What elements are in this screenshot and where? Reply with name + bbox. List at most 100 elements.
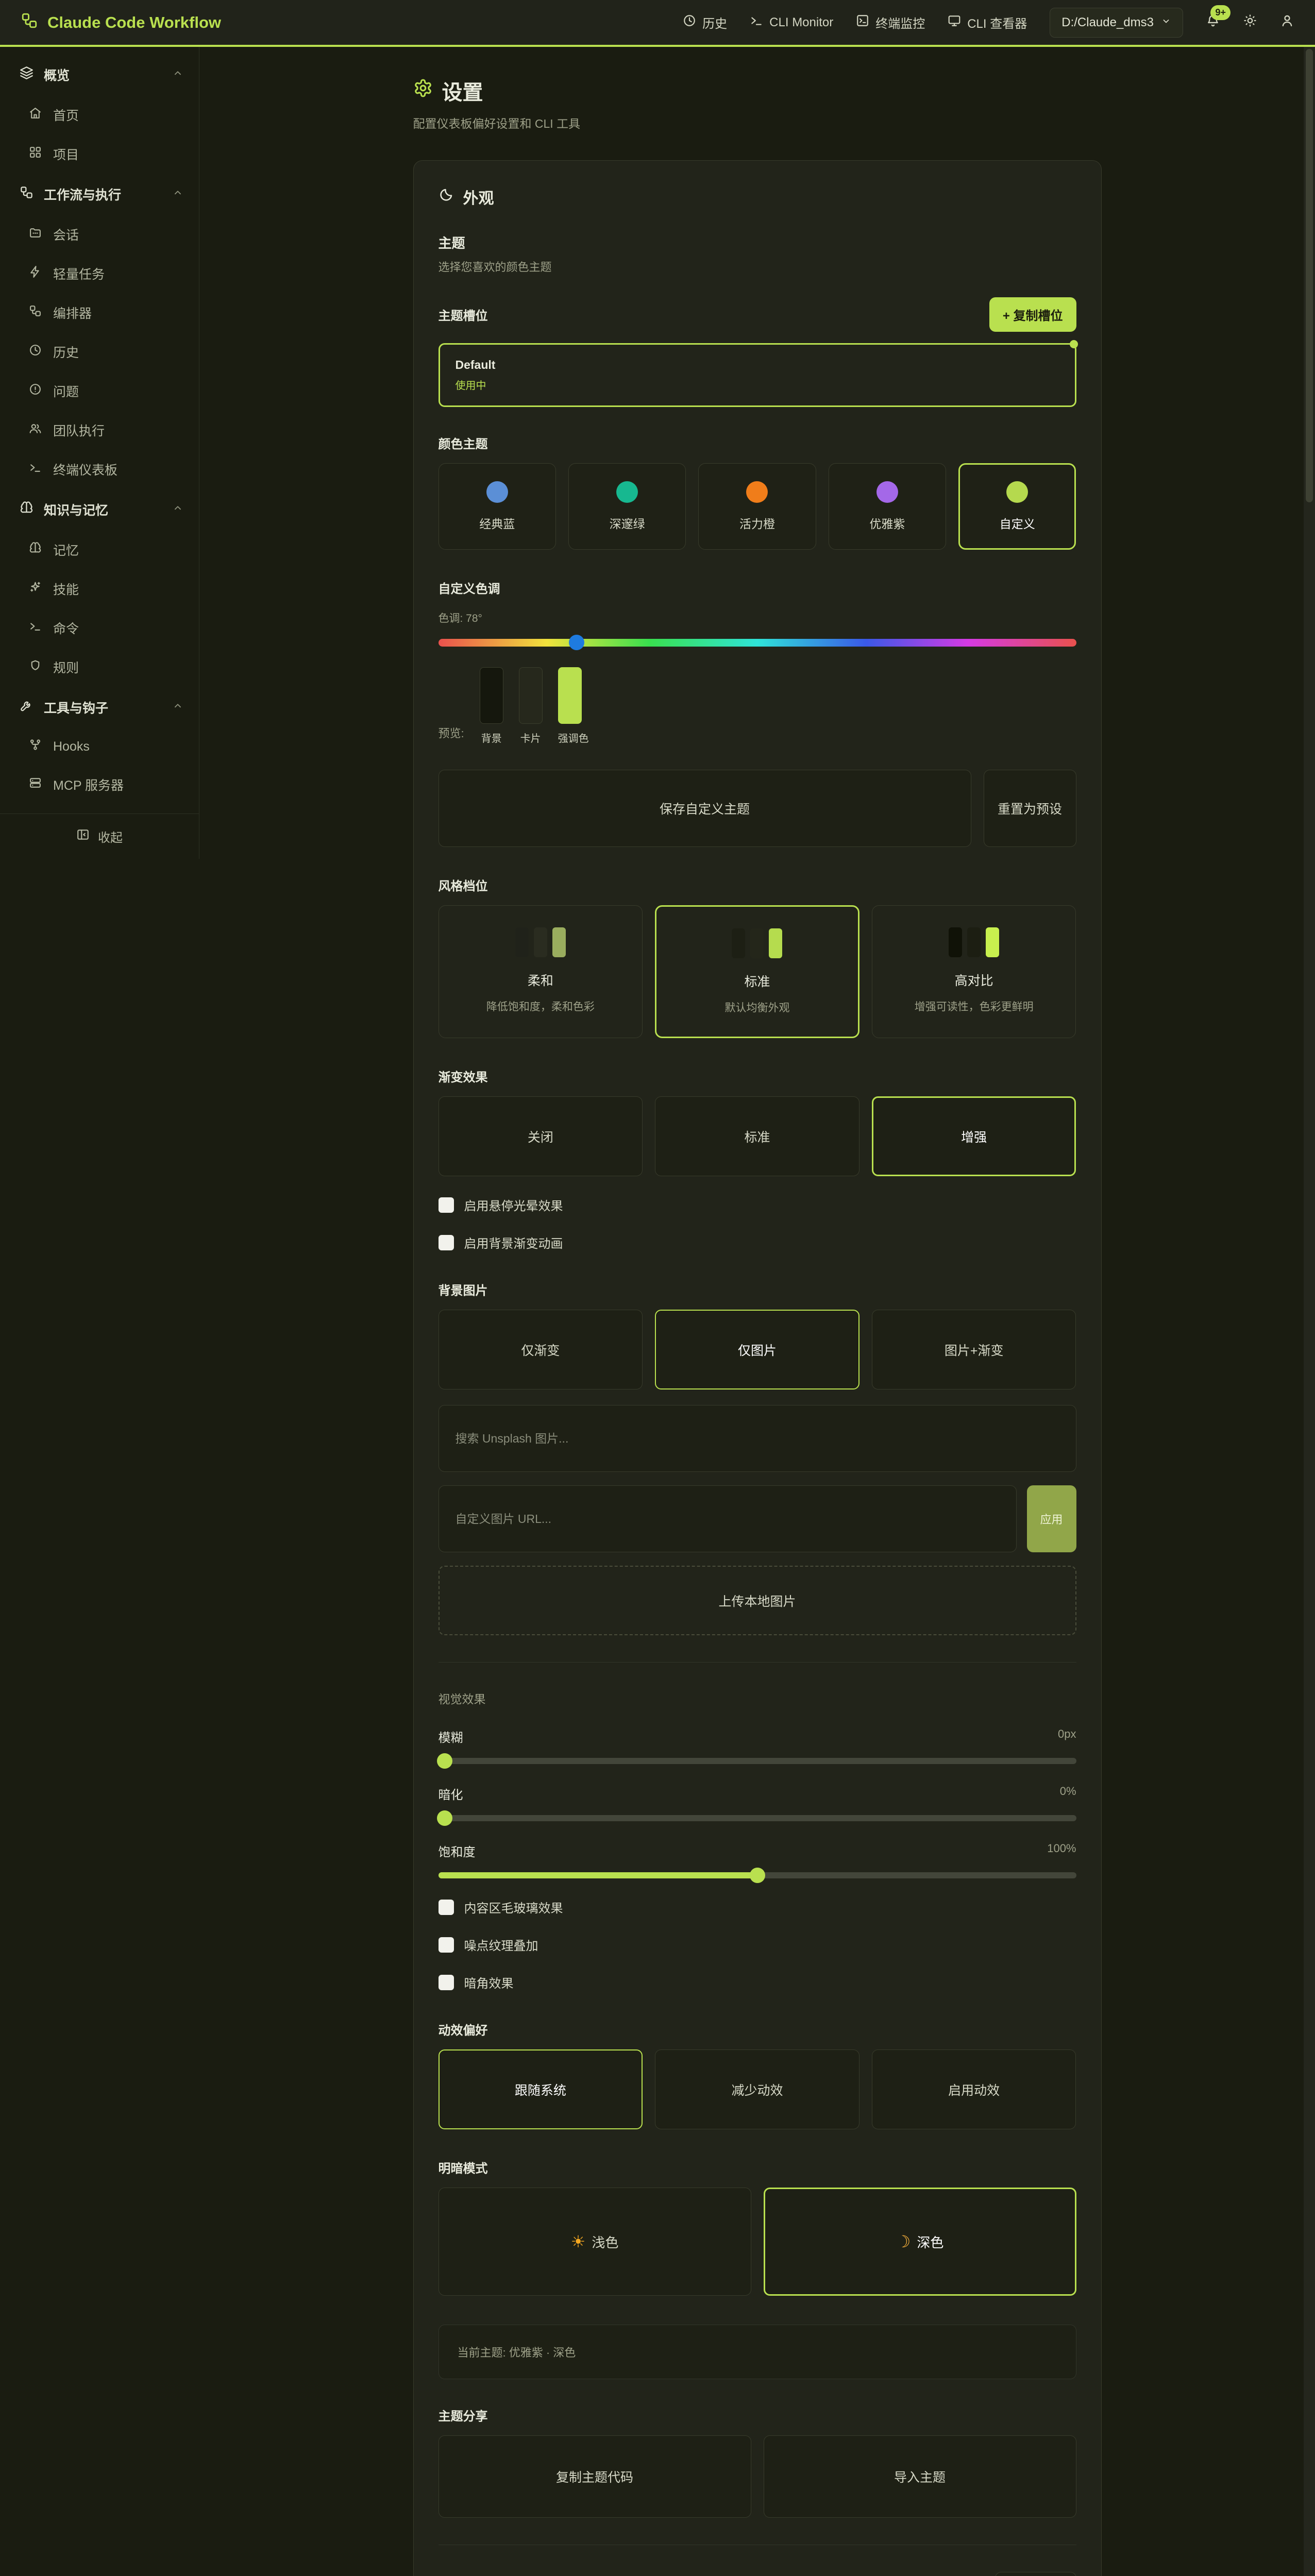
gradient-enhanced-button[interactable]: 增强: [872, 1096, 1076, 1176]
custom-image-url-input[interactable]: [439, 1485, 1017, 1552]
upload-local-image-button[interactable]: 上传本地图片: [439, 1566, 1076, 1635]
apply-url-button[interactable]: 应用: [1027, 1485, 1076, 1552]
saturation-slider[interactable]: [439, 1872, 1076, 1878]
style-tier-soft[interactable]: 柔和 降低饱和度，柔和色彩: [439, 905, 643, 1038]
blur-slider[interactable]: [439, 1758, 1076, 1764]
motion-follow-system-button[interactable]: 跟随系统: [439, 2049, 643, 2129]
user-button[interactable]: [1280, 13, 1294, 31]
sidebar-item-orchestrator[interactable]: 编排器: [0, 293, 199, 332]
gradient-standard-button[interactable]: 标准: [655, 1096, 859, 1176]
noise-row: 噪点纹理叠加: [439, 1936, 1076, 1954]
moon-emoji-icon: ☽: [896, 2232, 911, 2251]
sidebar-item-terminal-dashboard[interactable]: 终端仪表板: [0, 450, 199, 489]
sidebar-item-history[interactable]: 历史: [0, 332, 199, 371]
sidebar-item-commands[interactable]: 命令: [0, 608, 199, 648]
bg-gradient-only-button[interactable]: 仅渐变: [439, 1310, 643, 1389]
lime-swatch: [1006, 481, 1028, 503]
glass-row: 内容区毛玻璃效果: [439, 1898, 1076, 1916]
nav-terminal-monitor[interactable]: 终端监控: [856, 13, 925, 31]
sidebar-item-hooks[interactable]: Hooks: [0, 728, 199, 765]
preview-accent-swatch: 强调色: [558, 667, 589, 745]
sidebar-section-knowledge[interactable]: 知识与记忆: [0, 489, 199, 530]
copy-slot-button[interactable]: + 复制槽位: [989, 297, 1076, 332]
wrench-icon: [20, 699, 33, 716]
vignette-checkbox[interactable]: [439, 1975, 454, 1990]
app-title: Claude Code Workflow: [47, 13, 221, 32]
darken-slider-thumb[interactable]: [437, 1810, 452, 1826]
hue-slider[interactable]: [439, 639, 1076, 647]
sidebar-item-memory[interactable]: 记忆: [0, 530, 199, 569]
hover-glow-row: 启用悬停光晕效果: [439, 1196, 1076, 1214]
panel-collapse-icon: [76, 828, 90, 845]
sidebar-collapse-button[interactable]: 收起: [0, 814, 199, 859]
nav-cli-viewer[interactable]: CLI 查看器: [948, 13, 1027, 31]
theme-slot-default[interactable]: Default 使用中: [439, 343, 1076, 407]
page-scrollbar[interactable]: [1304, 47, 1315, 2576]
sidebar-section-overview[interactable]: 概览: [0, 54, 199, 95]
palette-custom[interactable]: 自定义: [958, 463, 1076, 550]
save-custom-theme-button[interactable]: 保存自定义主题: [439, 770, 971, 847]
sidebar-section-tools[interactable]: 工具与钩子: [0, 687, 199, 728]
follow-system-button[interactable]: 跟随系统: [995, 2572, 1076, 2576]
unsplash-search-input[interactable]: [439, 1405, 1076, 1472]
dark-mode-button[interactable]: ☽ 深色: [764, 2188, 1076, 2296]
motion-enable-button[interactable]: 启用动效: [872, 2049, 1076, 2129]
saturation-slider-thumb[interactable]: [750, 1868, 765, 1883]
project-selector[interactable]: D:/Claude_dms3: [1050, 8, 1183, 38]
git-fork-icon: [29, 738, 42, 755]
bg-image-gradient-button[interactable]: 图片+渐变: [872, 1310, 1076, 1389]
home-icon: [29, 107, 42, 123]
sidebar-item-mcp-servers[interactable]: MCP 服务器: [0, 765, 199, 804]
sidebar-item-issues[interactable]: 问题: [0, 371, 199, 411]
bg-image-only-button[interactable]: 仅图片: [655, 1310, 859, 1389]
tier-swatches: [949, 927, 999, 957]
bg-animation-checkbox[interactable]: [439, 1235, 454, 1250]
nav-cli-monitor[interactable]: CLI Monitor: [750, 14, 833, 31]
sidebar-item-sessions[interactable]: 会话: [0, 215, 199, 254]
theme-slots-label: 主题槽位: [439, 306, 488, 324]
notifications-button[interactable]: 9+: [1206, 13, 1220, 31]
reset-preset-button[interactable]: 重置为预设: [984, 770, 1076, 847]
slot-status: 使用中: [456, 377, 1059, 392]
sidebar-item-skills[interactable]: 技能: [0, 569, 199, 608]
hue-slider-thumb[interactable]: [569, 635, 584, 650]
nav-history[interactable]: 历史: [683, 13, 727, 31]
palette-elegant-purple[interactable]: 优雅紫: [829, 463, 946, 550]
style-tier-high-contrast[interactable]: 高对比 增强可读性，色彩更鲜明: [872, 905, 1076, 1038]
theme-toggle-button[interactable]: [1243, 13, 1257, 31]
style-tier-standard[interactable]: 标准 默认均衡外观: [655, 905, 859, 1038]
monitor-icon: [948, 14, 961, 31]
sidebar: 概览 首页 项目 工作流与执行 会话 轻量任务 编排器 历史 问题 团队执行: [0, 47, 199, 859]
palette-vibrant-orange[interactable]: 活力橙: [698, 463, 816, 550]
copy-theme-code-button[interactable]: 复制主题代码: [439, 2435, 751, 2518]
theme-label: 主题: [439, 233, 1076, 252]
light-mode-button[interactable]: ☀ 浅色: [439, 2188, 751, 2296]
motion-label: 动效偏好: [439, 2020, 1076, 2038]
sidebar-section-workflow[interactable]: 工作流与执行: [0, 174, 199, 215]
sidebar-item-projects[interactable]: 项目: [0, 134, 199, 174]
bg-animation-row: 启用背景渐变动画: [439, 1233, 1076, 1251]
blur-slider-thumb[interactable]: [437, 1753, 452, 1769]
motion-reduce-button[interactable]: 减少动效: [655, 2049, 859, 2129]
users-icon: [29, 422, 42, 438]
import-theme-button[interactable]: 导入主题: [764, 2435, 1076, 2518]
palette-deep-green[interactable]: 深邃绿: [568, 463, 686, 550]
hover-glow-checkbox[interactable]: [439, 1197, 454, 1213]
palette-classic-blue[interactable]: 经典蓝: [439, 463, 556, 550]
saturation-label: 饱和度: [439, 1842, 476, 1860]
sidebar-item-team-execution[interactable]: 团队执行: [0, 411, 199, 450]
noise-checkbox[interactable]: [439, 1937, 454, 1953]
gradient-off-button[interactable]: 关闭: [439, 1096, 643, 1176]
chevron-up-icon: [172, 700, 183, 715]
sidebar-item-rules[interactable]: 规则: [0, 648, 199, 687]
scrollbar-thumb[interactable]: [1306, 49, 1313, 502]
sidebar-item-home[interactable]: 首页: [0, 95, 199, 134]
blue-swatch: [486, 481, 508, 503]
darken-slider[interactable]: [439, 1815, 1076, 1821]
glass-checkbox[interactable]: [439, 1900, 454, 1915]
folder-icon: [29, 226, 42, 243]
server-icon: [29, 776, 42, 793]
sidebar-item-light-tasks[interactable]: 轻量任务: [0, 254, 199, 293]
gradient-label: 渐变效果: [439, 1067, 1076, 1085]
user-icon: [1280, 13, 1294, 31]
